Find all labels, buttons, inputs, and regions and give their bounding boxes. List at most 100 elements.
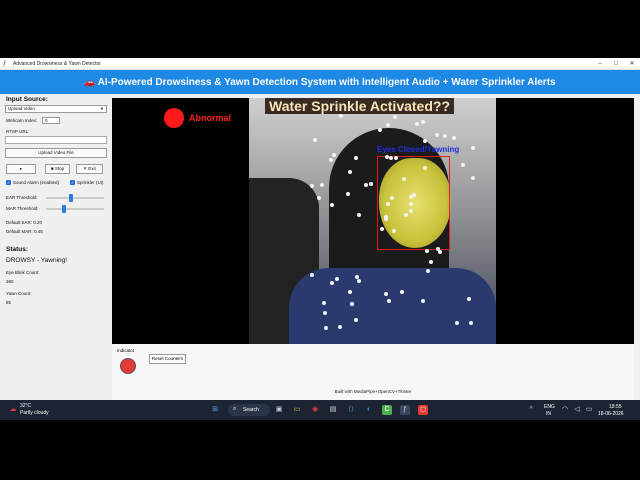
recorder-icon[interactable]: ◻	[418, 405, 428, 415]
rtsp-label: RTSP URL:	[6, 129, 30, 134]
search-label: Search	[243, 407, 259, 413]
water-drop	[319, 183, 324, 188]
water-drop	[420, 120, 425, 125]
weather-desc: Partly cloudy	[20, 410, 49, 416]
rtsp-url-input[interactable]	[5, 136, 107, 144]
water-drop	[385, 123, 390, 128]
volume-icon[interactable]: ◁	[572, 405, 582, 415]
water-drop	[425, 268, 430, 273]
water-drop	[468, 321, 473, 326]
water-drop	[423, 138, 428, 143]
yawn-count-label: Yawn Count:	[6, 291, 32, 296]
windows-start-icon[interactable]: ⊞	[210, 405, 220, 415]
footer-text: Built with MediaPipe+OpenCV+Tkinter	[334, 389, 412, 394]
upload-video-button[interactable]: Upload Video File	[5, 148, 107, 158]
water-drop	[452, 135, 457, 140]
water-drop	[421, 298, 426, 303]
source-select[interactable]: Upload Video ▼	[5, 105, 107, 113]
water-drop	[337, 324, 342, 329]
edge-icon[interactable]: ◐	[364, 405, 374, 415]
water-drop	[411, 193, 416, 198]
default-mar-text: Default MAR: 0.45	[6, 229, 43, 234]
wifi-icon[interactable]: ◠	[560, 405, 570, 415]
title-bar: ƒ Advanced Drowsiness & Yawn Detector – …	[0, 58, 640, 70]
source-selected: Upload Video	[8, 106, 35, 111]
task-view-icon[interactable]: ▣	[274, 405, 284, 415]
eye-blink-value: 360	[6, 279, 14, 284]
water-drop	[404, 212, 409, 217]
reset-counters-button[interactable]: Reset Counters	[149, 354, 186, 364]
car-icon: 🚗	[84, 76, 96, 87]
weather-icon: ☁	[9, 406, 17, 413]
indicator-light	[120, 358, 136, 374]
app-c-icon[interactable]: C	[382, 405, 392, 415]
abnormal-label: Abnormal	[189, 113, 232, 123]
water-drop	[332, 153, 337, 158]
sprinkler-checkbox[interactable]: ✓ Sprinkler (UI)	[70, 180, 104, 185]
slider-thumb[interactable]	[62, 205, 67, 213]
webcam-index-label: Webcam Index:	[6, 118, 38, 123]
yawn-count-value: 85	[6, 300, 12, 305]
ear-threshold-label: EAR Threshold:	[6, 195, 38, 200]
file-explorer-icon[interactable]: ▭	[292, 405, 302, 415]
chrome-icon[interactable]: ◉	[310, 405, 320, 415]
maximize-button[interactable]: □	[608, 61, 624, 67]
search-box[interactable]: ⌕ Search	[228, 404, 270, 416]
abnormal-indicator-dot	[164, 108, 184, 128]
app-window: ƒ Advanced Drowsiness & Yawn Detector – …	[0, 58, 640, 420]
water-drop	[368, 181, 373, 186]
sprinkle-banner: Water Sprinkle Activated??	[265, 98, 455, 114]
chevron-up-icon[interactable]: ^	[526, 405, 536, 415]
water-drop	[424, 248, 429, 253]
water-drop	[356, 212, 361, 217]
water-drop	[461, 162, 466, 167]
check-icon: ✓	[6, 180, 11, 185]
weather-temp: 32°C	[20, 403, 32, 409]
start-button[interactable]: ▸	[6, 164, 36, 174]
language[interactable]: ENG	[544, 404, 555, 410]
water-drop	[408, 202, 413, 207]
water-drop	[454, 320, 459, 325]
close-button[interactable]: ✕	[624, 60, 640, 67]
exit-button[interactable]: ✕ Exit	[76, 164, 103, 174]
water-drop	[471, 145, 476, 150]
python-app-icon[interactable]: ƒ	[400, 405, 410, 415]
sound-alarm-checkbox[interactable]: ✓ Sound Alarm (enabled)	[6, 180, 59, 185]
water-drop	[345, 191, 350, 196]
water-drop	[329, 202, 334, 207]
water-drop	[348, 169, 353, 174]
default-ear-text: Default EAR: 0.20	[6, 220, 43, 225]
water-drop	[383, 214, 388, 219]
vscode-icon[interactable]: ⟨⟩	[346, 405, 356, 415]
clock-date: 18-06-2026	[598, 411, 624, 417]
terminal-icon[interactable]: ▤	[328, 405, 338, 415]
detection-label: Eyes Closed/Yawning	[377, 145, 460, 154]
minimize-button[interactable]: –	[592, 61, 608, 67]
slider-track	[46, 208, 104, 210]
battery-icon[interactable]: ▭	[584, 405, 594, 415]
water-drop	[383, 291, 388, 296]
mar-threshold-label: MAR Threshold:	[6, 206, 39, 211]
water-drop	[443, 133, 448, 138]
slider-thumb[interactable]	[69, 194, 74, 202]
control-panel: Input Source: Upload Video ▼ Webcam Inde…	[0, 94, 110, 400]
ear-threshold-slider[interactable]	[46, 194, 104, 202]
water-drop	[435, 132, 440, 137]
webcam-index-value: 0	[45, 118, 48, 123]
status-value: DROWSY - Yawning!	[6, 257, 68, 264]
slider-track	[46, 197, 104, 199]
eye-blink-label: Eye Blink Count:	[6, 270, 40, 275]
water-drop	[313, 137, 318, 142]
water-drop	[328, 157, 333, 162]
status-title: Status:	[6, 246, 29, 253]
taskbar: ☁ 32°C Partly cloudy ⊞ ⌕ Search ▣ ▭ ◉ ▤ …	[0, 400, 640, 420]
webcam-index-spinner[interactable]: 0	[42, 117, 60, 124]
indicator-label: Indicator	[117, 348, 135, 353]
camera-frame	[249, 98, 496, 344]
region: IN	[546, 411, 551, 417]
water-drop	[471, 176, 476, 181]
water-drop	[393, 155, 398, 160]
mar-threshold-slider[interactable]	[46, 205, 104, 213]
stop-button[interactable]: ■ Stop	[45, 164, 70, 174]
clock-time[interactable]: 18:55	[609, 404, 622, 410]
